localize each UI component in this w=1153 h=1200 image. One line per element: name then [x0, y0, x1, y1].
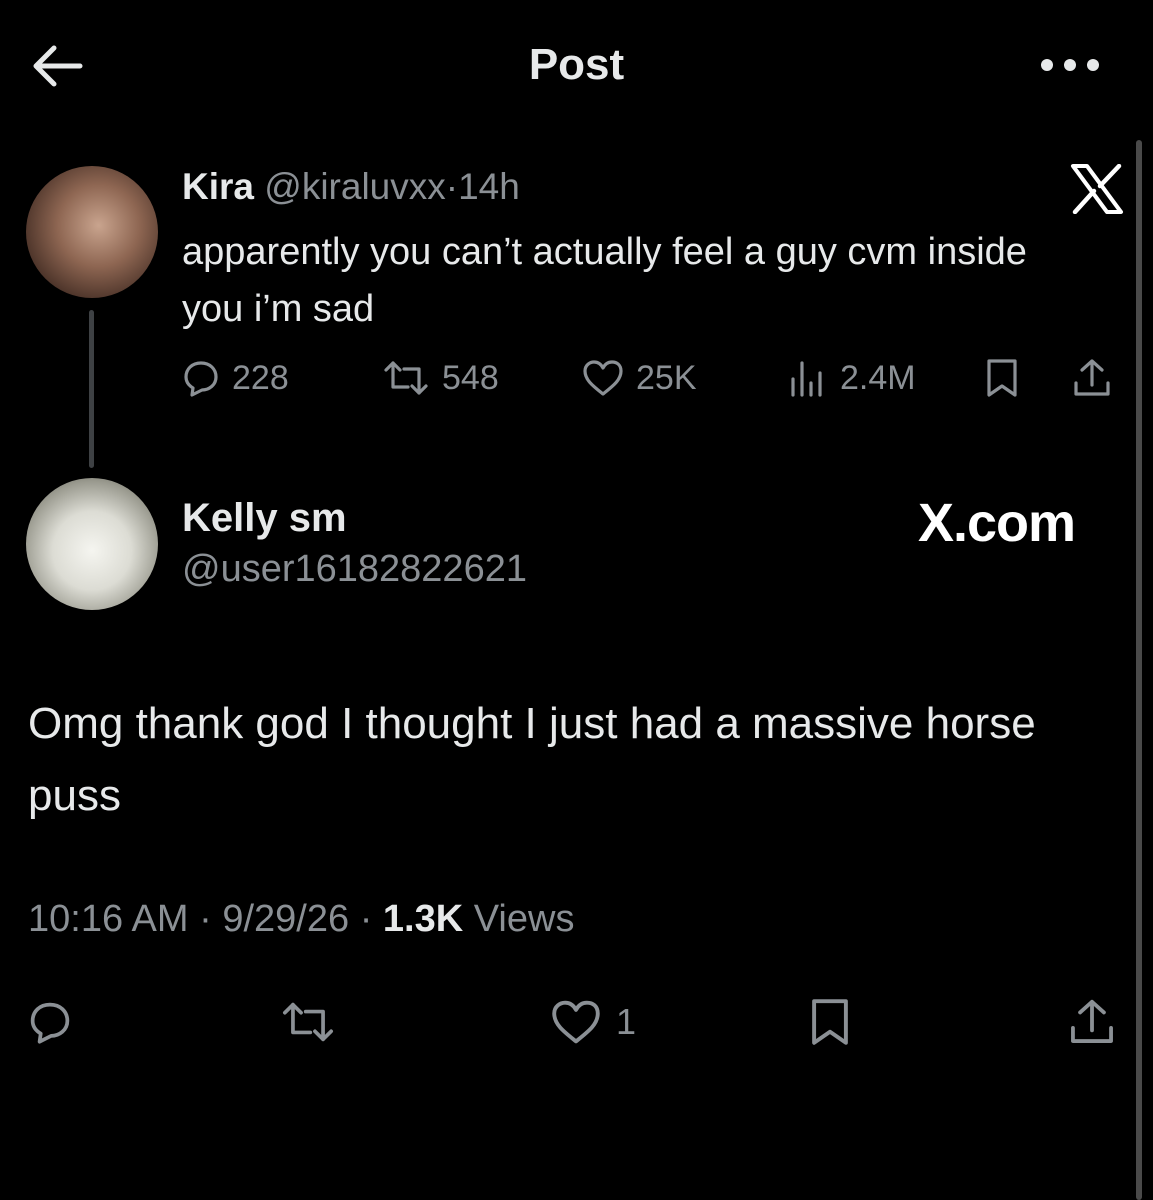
reply-icon	[28, 1000, 72, 1044]
separator-dot: ·	[445, 166, 459, 207]
parent-tweet-actions: 228 548 25K 2.4M	[182, 356, 1132, 400]
parent-tweet-header: Kira @kiraluvxx·14h	[182, 166, 520, 208]
view-count: 2.4M	[840, 358, 916, 397]
reply-author-handle[interactable]: @user16182822621	[182, 548, 527, 591]
like-button[interactable]: 25K	[582, 356, 697, 400]
thread-line	[89, 310, 94, 468]
reply-tweet-actions: 1	[28, 994, 1128, 1050]
share-button[interactable]	[1068, 994, 1116, 1050]
x-com-watermark: X.com	[918, 493, 1076, 553]
x-logo-icon	[1070, 164, 1124, 214]
repost-button[interactable]: 548	[382, 356, 499, 400]
views-label: Views	[473, 898, 575, 940]
share-icon	[1068, 997, 1116, 1047]
reply-button[interactable]: 228	[182, 356, 289, 400]
like-button[interactable]: 1	[550, 994, 636, 1050]
post-time: 10:16 AM	[28, 898, 189, 940]
scrollbar[interactable]	[1136, 140, 1142, 1200]
share-icon	[1072, 357, 1124, 399]
reply-tweet-text: Omg thank god I thought I just had a mas…	[28, 699, 1036, 820]
tweet-time[interactable]: 14h	[458, 166, 520, 207]
repost-icon	[382, 359, 442, 397]
analytics-icon	[788, 359, 840, 397]
share-button[interactable]	[1072, 356, 1124, 400]
heart-icon	[582, 359, 636, 397]
repost-count: 548	[442, 358, 499, 397]
avatar-kira[interactable]	[26, 166, 158, 298]
author-name[interactable]: Kira	[182, 166, 254, 207]
separator-dot: ·	[359, 898, 373, 940]
views-count: 1.3K	[382, 898, 464, 940]
page-title: Post	[528, 40, 625, 89]
reply-icon	[182, 359, 232, 397]
bookmark-button[interactable]	[984, 356, 1032, 400]
separator-dot: ·	[199, 898, 212, 940]
bookmark-icon	[984, 358, 1032, 398]
views-button[interactable]: 2.4M	[788, 356, 916, 400]
bookmark-button[interactable]	[808, 994, 852, 1050]
avatar-kelly[interactable]	[26, 478, 158, 610]
like-count: 25K	[636, 358, 697, 397]
author-handle[interactable]: @kiraluvxx	[264, 166, 445, 207]
reply-count: 228	[232, 358, 289, 397]
reply-author-name[interactable]: Kelly sm	[182, 496, 347, 541]
reply-button[interactable]	[28, 994, 72, 1050]
tweet-metadata: 10:16 AM · 9/29/26 · 1.3K Views	[28, 898, 574, 941]
like-count: 1	[616, 1001, 637, 1042]
heart-icon	[550, 999, 602, 1045]
parent-tweet-text: apparently you can’t actually feel a guy…	[182, 231, 1027, 330]
repost-button[interactable]	[280, 994, 336, 1050]
post-date: 9/29/26	[222, 898, 350, 940]
bookmark-icon	[808, 997, 852, 1047]
repost-icon	[280, 1000, 336, 1044]
more-options-icon[interactable]	[1038, 52, 1102, 78]
